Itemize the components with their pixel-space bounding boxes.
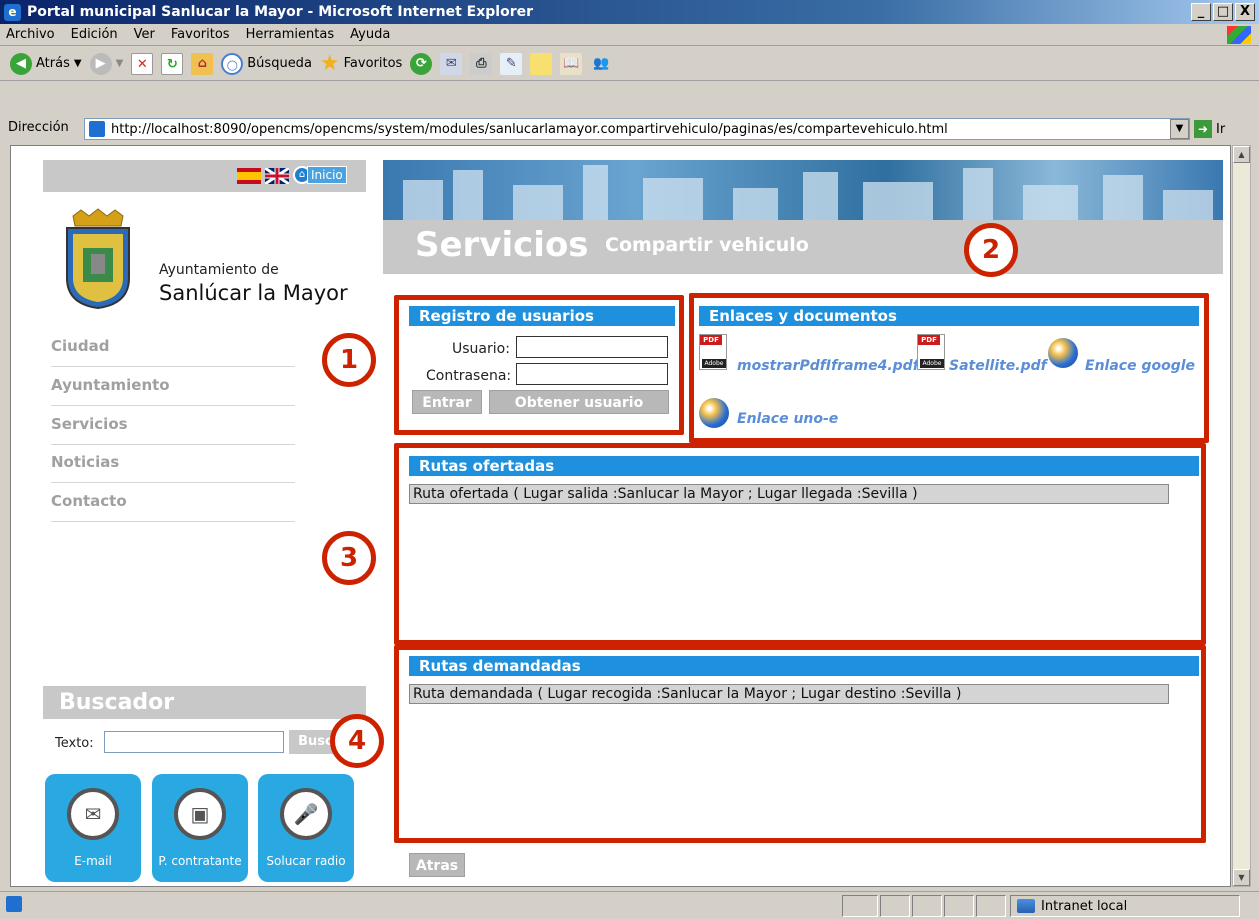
page-icon [89,121,105,137]
menu-archivo[interactable]: Archivo [6,27,55,42]
menu-ayuda[interactable]: Ayuda [350,27,390,42]
annotation-marker-2: 2 [964,223,1018,277]
texto-label: Texto: [55,736,94,751]
annotation-box-3 [394,443,1206,645]
status-cell [976,895,1006,917]
ie-icon: e [4,3,21,21]
history-icon[interactable]: ⟳ [410,52,433,75]
address-label: Dirección [8,120,69,135]
header-banner-image [383,160,1223,220]
print-icon[interactable]: ⎙ [470,52,493,75]
annotation-marker-4: 4 [330,714,384,768]
page-title: Servicios [415,225,589,265]
language-bar: ⌂ Inicio [43,160,366,192]
go-button[interactable]: ➜ Ir [1194,120,1225,138]
folder-icon[interactable] [530,52,553,75]
favorites-button[interactable]: ★ Favoritos [320,51,402,76]
messenger-icon[interactable]: 👥 [590,53,612,75]
scroll-up-icon[interactable]: ▲ [1233,146,1250,163]
go-arrow-icon: ➜ [1194,120,1212,138]
crest-logo [59,208,137,310]
status-cell [944,895,974,917]
maximize-button[interactable]: □ [1213,3,1233,21]
status-cell [880,895,910,917]
contratante-button[interactable]: ▣ P. contratante [152,774,248,882]
star-icon: ★ [319,51,340,76]
contract-icon: ▣ [174,788,226,840]
status-cell [912,895,942,917]
zone-cell: Intranet local [1010,895,1240,917]
window-title: Portal municipal Sanlucar la Mayor - Mic… [27,4,534,20]
contratante-label: P. contratante [158,854,242,868]
spain-flag-icon[interactable] [237,168,261,184]
radio-button[interactable]: 🎤 Solucar radio [258,774,354,882]
menu-herramientas[interactable]: Herramientas [246,27,335,42]
research-icon[interactable]: 📖 [560,52,583,75]
nav-servicios[interactable]: Servicios [51,407,295,445]
favorites-label: Favoritos [343,56,403,71]
toolbar: ◀ Atrás ▼ ▶ ▼ ✕ ↻ ⌂ ○ Búsqueda ★ Favorit… [0,47,1259,81]
page-status-icon [6,896,22,912]
radio-label: Solucar radio [266,854,346,868]
page-viewport: ⌂ Inicio Ayuntamiento de Sanlúcar la May… [10,145,1231,887]
mail-icon[interactable]: ✉ [440,52,463,75]
address-dropdown-icon[interactable]: ▼ [1170,119,1189,139]
annotation-marker-1: 1 [322,333,376,387]
nav-ciudad[interactable]: Ciudad [51,329,295,367]
scroll-down-icon[interactable]: ▼ [1233,869,1250,886]
envelope-icon: ✉ [67,788,119,840]
back-label: Atrás [36,56,70,71]
windows-logo-icon [1227,26,1251,44]
close-button[interactable]: X [1235,3,1255,21]
atras-button[interactable]: Atras [409,853,465,877]
search-text-input[interactable] [104,731,284,753]
uk-flag-icon[interactable] [265,168,289,184]
menu-bar: Archivo Edición Ver Favoritos Herramient… [0,24,1259,46]
forward-arrow-icon: ▶ [89,52,112,75]
microphone-icon: 🎤 [280,788,332,840]
edit-icon[interactable]: ✎ [500,52,523,75]
menu-ver[interactable]: Ver [134,27,155,42]
zone-label: Intranet local [1041,898,1128,914]
intranet-icon [1017,899,1035,913]
page-subtitle: Compartir vehiculo [605,234,809,256]
vertical-scrollbar[interactable]: ▲ ▼ [1232,145,1251,887]
go-label: Ir [1216,121,1226,137]
search-label: Búsqueda [247,56,312,71]
address-field[interactable]: http://localhost:8090/opencms/opencms/sy… [84,118,1190,140]
stop-icon[interactable]: ✕ [131,52,154,75]
municipality-name: Sanlúcar la Mayor [159,281,348,305]
email-label: E-mail [74,854,112,868]
buscador-title: Buscador [43,686,366,719]
forward-button[interactable]: ▶ ▼ [89,52,124,75]
menu-favoritos[interactable]: Favoritos [171,27,230,42]
minimize-button[interactable]: _ [1191,3,1211,21]
nav-ayuntamiento[interactable]: Ayuntamiento [51,368,295,406]
address-url: http://localhost:8090/opencms/opencms/sy… [111,121,948,137]
annotation-box-1 [394,295,684,435]
annotation-box-2 [689,293,1209,443]
ayuntamiento-label: Ayuntamiento de [159,262,279,278]
nav-noticias[interactable]: Noticias [51,445,295,483]
back-button[interactable]: ◀ Atrás ▼ [10,52,82,75]
menu-edicion[interactable]: Edición [71,27,118,42]
home-icon[interactable]: ⌂ [191,52,214,75]
back-arrow-icon: ◀ [10,52,32,75]
forward-dropdown-icon[interactable]: ▼ [116,58,124,69]
nav-contacto[interactable]: Contacto [51,484,295,522]
search-icon: ○ [221,52,244,75]
annotation-marker-3: 3 [322,531,376,585]
email-button[interactable]: ✉ E-mail [45,774,141,882]
status-cell [842,895,878,917]
back-dropdown-icon[interactable]: ▼ [74,58,82,69]
annotation-box-4 [394,645,1206,843]
search-button[interactable]: ○ Búsqueda [221,52,312,75]
inicio-link[interactable]: Inicio [307,166,347,184]
refresh-icon[interactable]: ↻ [161,52,184,75]
window-title-bar: e Portal municipal Sanlucar la Mayor - M… [0,0,1259,24]
